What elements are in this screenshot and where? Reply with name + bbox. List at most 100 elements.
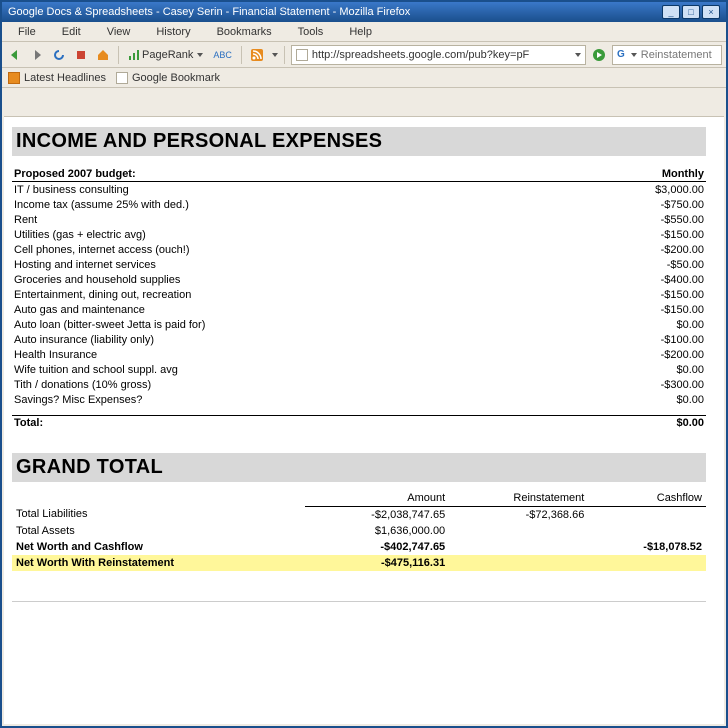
total-value: $0.00 (558, 415, 706, 431)
table-header-row: Proposed 2007 budget: Monthly (12, 166, 706, 182)
document-viewport[interactable]: INCOME AND PERSONAL EXPENSES Proposed 20… (4, 116, 724, 724)
row-label: Rent (12, 212, 558, 227)
row-cashflow (588, 506, 706, 523)
menu-help[interactable]: Help (337, 24, 384, 40)
bookmark-latest-headlines[interactable]: Latest Headlines (8, 72, 106, 84)
address-bar[interactable] (291, 45, 586, 65)
row-value: $0.00 (558, 362, 706, 377)
budget-table: Proposed 2007 budget: Monthly IT / busin… (12, 166, 706, 431)
table-row: Savings? Misc Expenses?$0.00 (12, 392, 706, 407)
row-label: Income tax (assume 25% with ded.) (12, 197, 558, 212)
abc-label: ABC (213, 50, 232, 60)
table-header-row: Amount Reinstatement Cashflow (12, 490, 706, 507)
table-row: Tith / donations (10% gross)-$300.00 (12, 377, 706, 392)
networth-reinst-amount: -$475,116.31 (305, 555, 450, 571)
chevron-down-icon (197, 53, 203, 57)
col-cashflow: Cashflow (588, 490, 706, 507)
table-row: IT / business consulting$3,000.00 (12, 182, 706, 198)
table-row: Total Assets$1,636,000.00 (12, 523, 706, 539)
col-monthly: Monthly (558, 166, 706, 182)
section-heading-grand-total: GRAND TOTAL (12, 453, 706, 482)
table-row: Income tax (assume 25% with ded.)-$750.0… (12, 197, 706, 212)
networth-cashflow: -$18,078.52 (588, 539, 706, 555)
total-label: Total: (12, 415, 558, 431)
table-row: Wife tuition and school suppl. avg$0.00 (12, 362, 706, 377)
bookmark-label: Google Bookmark (132, 72, 220, 84)
chevron-down-icon[interactable] (631, 53, 637, 57)
bookmarks-toolbar: Latest Headlines Google Bookmark (2, 68, 726, 88)
window-title: Google Docs & Spreadsheets - Casey Serin… (8, 6, 662, 18)
table-row: Groceries and household supplies-$400.00 (12, 272, 706, 287)
row-label: Total Assets (12, 523, 305, 539)
chevron-down-icon[interactable] (575, 53, 581, 57)
table-row: Total Liabilities-$2,038,747.65-$72,368.… (12, 506, 706, 523)
search-bar[interactable]: G (612, 45, 722, 65)
separator (241, 46, 242, 64)
rss-button[interactable] (248, 46, 266, 64)
chevron-down-icon (272, 53, 278, 57)
go-button[interactable] (590, 46, 608, 64)
url-input[interactable] (312, 49, 569, 61)
net-worth-row: Net Worth and Cashflow -$402,747.65 -$18… (12, 539, 706, 555)
row-label: IT / business consulting (12, 182, 558, 198)
table-row: Hosting and internet services-$50.00 (12, 257, 706, 272)
separator (118, 46, 119, 64)
home-button[interactable] (94, 46, 112, 64)
page-icon (116, 72, 128, 84)
menu-history[interactable]: History (144, 24, 202, 40)
row-label: Savings? Misc Expenses? (12, 392, 558, 407)
row-value: -$150.00 (558, 302, 706, 317)
menu-bookmarks[interactable]: Bookmarks (205, 24, 284, 40)
row-label: Entertainment, dining out, recreation (12, 287, 558, 302)
menu-tools[interactable]: Tools (286, 24, 336, 40)
stop-button[interactable] (72, 46, 90, 64)
reload-button[interactable] (50, 46, 68, 64)
search-input[interactable] (641, 49, 728, 61)
table-row: Entertainment, dining out, recreation-$1… (12, 287, 706, 302)
row-value: -$300.00 (558, 377, 706, 392)
row-label: Cell phones, internet access (ouch!) (12, 242, 558, 257)
row-value: $0.00 (558, 317, 706, 332)
search-engine-icon[interactable]: G (617, 49, 625, 60)
menu-view[interactable]: View (95, 24, 143, 40)
back-button[interactable] (6, 46, 24, 64)
minimize-button[interactable]: _ (662, 5, 680, 19)
pagerank-icon[interactable]: PageRank (125, 46, 206, 64)
row-value: -$150.00 (558, 287, 706, 302)
row-cashflow (588, 523, 706, 539)
row-label: Auto loan (bitter-sweet Jetta is paid fo… (12, 317, 558, 332)
row-value: -$200.00 (558, 242, 706, 257)
pagerank-label: PageRank (142, 49, 193, 61)
menu-file[interactable]: File (6, 24, 48, 40)
row-reinstatement (449, 523, 588, 539)
close-button[interactable]: × (702, 5, 720, 19)
table-row: Utilities (gas + electric avg)-$150.00 (12, 227, 706, 242)
row-label: Wife tuition and school suppl. avg (12, 362, 558, 377)
window-controls: _ □ × (662, 5, 720, 19)
row-label: Groceries and household supplies (12, 272, 558, 287)
budget-subhead: Proposed 2007 budget: (12, 166, 558, 182)
footer-divider (12, 601, 706, 602)
bookmark-google[interactable]: Google Bookmark (116, 72, 220, 84)
row-value: -$750.00 (558, 197, 706, 212)
table-row: Rent-$550.00 (12, 212, 706, 227)
maximize-button[interactable]: □ (682, 5, 700, 19)
page-icon (296, 49, 308, 61)
table-row: Auto gas and maintenance-$150.00 (12, 302, 706, 317)
row-value: -$550.00 (558, 212, 706, 227)
browser-window: Google Docs & Spreadsheets - Casey Serin… (0, 0, 728, 728)
row-amount: -$2,038,747.65 (305, 506, 450, 523)
spellcheck-button[interactable]: ABC (210, 46, 235, 64)
forward-button[interactable] (28, 46, 46, 64)
networth-reinst-label: Net Worth With Reinstatement (12, 555, 305, 571)
table-row: Cell phones, internet access (ouch!)-$20… (12, 242, 706, 257)
feed-icon (8, 72, 20, 84)
row-value: -$50.00 (558, 257, 706, 272)
row-value: -$150.00 (558, 227, 706, 242)
bar-icon (128, 49, 140, 61)
col-reinstatement: Reinstatement (449, 490, 588, 507)
row-value: -$200.00 (558, 347, 706, 362)
row-label: Tith / donations (10% gross) (12, 377, 558, 392)
row-label: Health Insurance (12, 347, 558, 362)
menu-edit[interactable]: Edit (50, 24, 93, 40)
